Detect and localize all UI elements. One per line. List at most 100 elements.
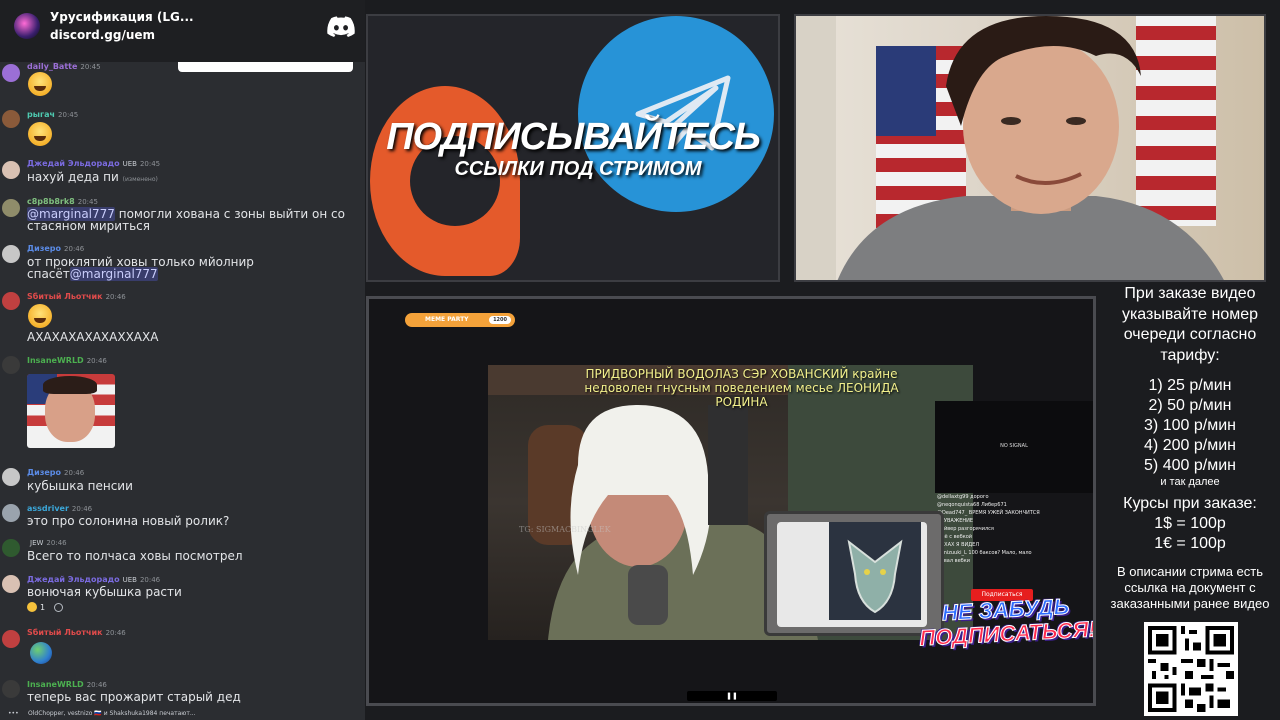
message-text: теперь вас прожарит старый дед — [27, 690, 241, 704]
username[interactable]: Джедай Эльдорадо — [27, 159, 120, 168]
message-text: АХАХАХАХАХАХХАХА — [27, 330, 159, 344]
user-mention[interactable]: @marginal777 — [69, 267, 158, 281]
timestamp: 20:45 — [58, 110, 79, 119]
tariff-item: 1) 25 р/мин — [1148, 377, 1232, 394]
no-signal-label: NO SIGNAL — [1000, 443, 1028, 449]
meme-party-badge: MEME PARTY 1200 — [405, 313, 515, 327]
typing-text: OldChopper, vestnizo 🇷🇺 и Shakshuka1984 … — [28, 710, 196, 717]
avatar[interactable] — [2, 110, 20, 128]
overlay-chat-line: @Dead747_ ВРЕМЯ УЖЕЙ ЗАКОНЧИТСЯ — [937, 510, 1040, 516]
message-text: кубышка пенсии — [27, 479, 133, 493]
timestamp: 20:46 — [46, 539, 67, 547]
avatar[interactable] — [2, 64, 20, 82]
overlay-chat-line: @dellaxtg99 дорого — [937, 494, 989, 500]
laughing-emoji-icon — [28, 122, 52, 146]
timestamp: 20:46 — [139, 575, 161, 584]
avatar[interactable] — [2, 292, 20, 310]
promo-panel: ПОДПИСЫВАЙТЕСЬ ССЫЛКИ ПОД СТРИМОМ — [366, 14, 780, 282]
add-reaction-icon[interactable] — [54, 602, 64, 612]
timestamp: 20:46 — [86, 680, 107, 689]
timestamp: 20:46 — [71, 504, 93, 513]
no-signal-screen: NO SIGNAL — [935, 401, 1093, 493]
info-panel: При заказе видео указывайте номер очеред… — [1100, 284, 1280, 720]
username[interactable]: Джедай Эльдорадо — [27, 575, 120, 584]
qr-code-icon — [1144, 622, 1238, 716]
timestamp: 20:45 — [139, 159, 161, 168]
tariff-item: 5) 400 р/мин — [1144, 457, 1236, 474]
avatar[interactable] — [2, 199, 20, 217]
avatar[interactable] — [2, 539, 20, 557]
username[interactable]: assdriver — [27, 504, 69, 513]
avatar[interactable] — [2, 245, 20, 263]
avatar[interactable] — [2, 680, 20, 698]
server-icon — [14, 13, 40, 39]
meme-score: 1200 — [489, 316, 511, 324]
avatar[interactable] — [2, 161, 20, 179]
timestamp: 20:46 — [86, 356, 107, 365]
discord-chat-panel: Урусификация (LG... discord.gg/uem daily… — [0, 0, 365, 720]
server-header[interactable]: Урусификация (LG... discord.gg/uem — [0, 0, 365, 62]
reaction-chip[interactable]: 1 — [27, 601, 64, 613]
username[interactable]: рыгач — [27, 110, 55, 119]
typing-dots-icon: ••• — [8, 710, 19, 717]
role-badge: UEB — [122, 159, 137, 168]
overlay-chat: @dellaxtg99 дорого @neqonquista68 Либер6… — [935, 493, 1093, 593]
avatar[interactable] — [2, 504, 20, 522]
dragon-logo-icon — [829, 522, 921, 620]
retro-tv — [764, 511, 944, 636]
role-badge: UEB — [122, 575, 137, 584]
timestamp: 20:46 — [64, 244, 85, 253]
username[interactable]: InsaneWRLD — [27, 680, 84, 689]
tariffs-note: и так далее — [1160, 476, 1220, 488]
exchange-rates-title: Курсы при заказе: — [1123, 495, 1257, 512]
username[interactable]: Sбитый Льотчик — [27, 628, 103, 637]
overlay-chat-line: ПАХАХ Я ВИДЕЛ — [937, 542, 980, 548]
server-invite-link[interactable]: discord.gg/uem — [50, 28, 155, 42]
boosty-logo-icon — [370, 86, 520, 276]
video-panel: MEME PARTY 1200 ПРИДВОРНЫЙ ВОДОЛАЗ СЭР Х… — [366, 296, 1096, 706]
attached-image[interactable] — [27, 374, 115, 448]
username[interactable]: InsaneWRLD — [27, 356, 84, 365]
laughing-emoji-icon — [27, 602, 37, 612]
overlay-chat-line: а чё с вебкой — [937, 534, 973, 540]
username[interactable]: Дизеро — [27, 468, 61, 477]
webcam-feed — [794, 14, 1266, 282]
grin-emoji-icon — [28, 72, 52, 96]
avatar[interactable] — [2, 356, 20, 374]
promo-title: ПОДПИСЫВАЙТЕСЬ — [386, 116, 761, 158]
avatar[interactable] — [2, 630, 20, 648]
tariff-list: 1) 25 р/мин 2) 50 р/мин 3) 100 р/мин 4) … — [1100, 376, 1280, 476]
timestamp: 20:45 — [80, 62, 101, 71]
player-controls[interactable]: ❚❚ — [687, 691, 777, 701]
avatar[interactable] — [2, 575, 20, 593]
overlay-chat-line: @neqonquista68 Либер671 — [937, 502, 1007, 508]
tariff-item: 2) 50 р/мин — [1148, 397, 1232, 414]
username[interactable]: c8p8b8rk8 — [27, 197, 75, 206]
overlay-chat-line: НЕУВАЖЕНИЕ — [937, 518, 974, 524]
timestamp: 20:45 — [77, 197, 98, 206]
username[interactable]: Дизеро — [27, 244, 61, 253]
video-watermark: TG: SIGMACBINGLEK — [519, 525, 611, 534]
overlay-chat-line: @mizuuki_L 100 баксов? Мало, мало — [937, 550, 1032, 556]
rate-eur: 1€ = 100р — [1154, 535, 1226, 552]
overlay-chat-line: Дайвер разгорячился — [937, 526, 994, 532]
pause-icon[interactable]: ❚❚ — [726, 692, 738, 700]
promo-subtitle: ССЫЛКИ ПОД СТРИМОМ — [454, 158, 702, 180]
role-badge: JEW — [30, 539, 44, 547]
message-text: Всего то полчаса ховы посмотрел — [27, 549, 243, 563]
message-text: нахуй деда пи — [27, 170, 119, 184]
server-name: Урусификация (LG... — [50, 10, 194, 24]
meme-party-label: MEME PARTY — [425, 316, 469, 323]
message-text: это про солонина новый ролик? — [27, 514, 230, 528]
laughing-emoji-icon — [28, 304, 52, 328]
overlay-chat-line: Отвал вебки — [937, 558, 971, 564]
tariff-item: 3) 100 р/мин — [1144, 417, 1236, 434]
username[interactable]: daily_Batte — [27, 62, 77, 71]
avatar[interactable] — [2, 468, 20, 486]
reaction-count: 1 — [40, 602, 46, 612]
username[interactable]: Sбитый Льотчик — [27, 292, 103, 301]
rate-usd: 1$ = 100р — [1154, 515, 1226, 532]
timestamp: 20:46 — [105, 292, 126, 301]
discord-logo-icon — [327, 16, 355, 37]
message-text: вонючая кубышка расти — [27, 585, 182, 599]
